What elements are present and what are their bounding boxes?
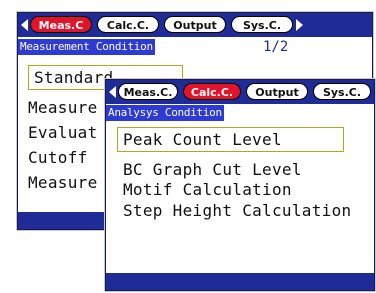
menu-item-cutoff[interactable]: Cutoff <box>28 148 88 167</box>
menu-item-measure-2[interactable]: Measure <box>28 173 98 192</box>
bottom-bar <box>106 273 374 290</box>
arrow-left-icon[interactable] <box>21 19 28 31</box>
menu-item-bc-graph-cut-level[interactable]: BC Graph Cut Level <box>123 160 302 179</box>
tab-calc-c[interactable]: Calc.C. <box>97 16 159 33</box>
menu-item-step-height-calculation[interactable]: Step Height Calculation <box>123 201 351 220</box>
menu-item-evaluation[interactable]: Evaluat <box>28 123 98 142</box>
tab-output[interactable]: Output <box>164 16 226 33</box>
tab-bar: Meas.C Calc.C. Output Sys.C. <box>18 13 372 37</box>
analysis-condition-screen: Meas.C. Calc.C. Output Sys.C. Analysys C… <box>105 79 375 291</box>
menu-item-motif-calculation[interactable]: Motif Calculation <box>123 180 292 199</box>
tab-sys-c[interactable]: Sys.C. <box>231 16 293 33</box>
arrow-left-icon[interactable] <box>109 86 116 98</box>
section-header: Analysys Condition <box>106 105 224 121</box>
section-header: Measurement Condition <box>18 39 155 55</box>
tab-calc-c[interactable]: Calc.C. <box>183 83 241 100</box>
tab-output[interactable]: Output <box>246 83 308 100</box>
tab-meas-c[interactable]: Meas.C <box>30 16 92 33</box>
tab-meas-c[interactable]: Meas.C. <box>118 83 178 100</box>
tab-bar: Meas.C. Calc.C. Output Sys.C. <box>106 80 374 104</box>
menu-item-peak-count-level[interactable]: Peak Count Level <box>117 127 344 152</box>
tab-sys-c[interactable]: Sys.C. <box>313 83 371 100</box>
arrow-right-icon[interactable] <box>296 19 303 31</box>
menu-item-measure-1[interactable]: Measure <box>28 98 98 117</box>
page-indicator: 1/2 <box>263 39 289 55</box>
